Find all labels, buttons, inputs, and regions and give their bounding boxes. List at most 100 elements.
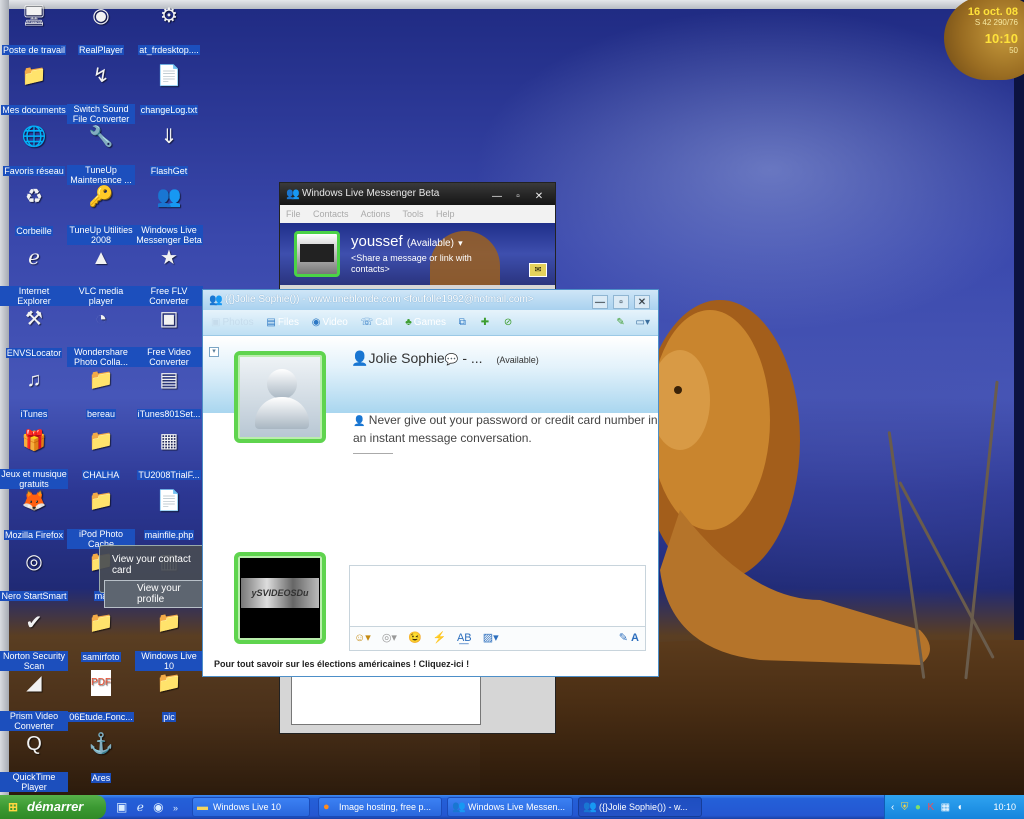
minimize-icon[interactable]: — xyxy=(489,190,505,204)
minimize-icon[interactable]: — xyxy=(592,295,608,309)
desktop-icon[interactable]: ⚙ at_frdesktop.... xyxy=(135,3,203,56)
desktop-icon[interactable]: ◔ Wondershare Photo Colla... xyxy=(67,306,135,368)
desktop-icon[interactable]: ◎ Nero StartSmart xyxy=(0,549,68,602)
desktop-icon[interactable]: ★ Free FLV Converter xyxy=(135,245,203,307)
menu-contacts[interactable]: Contacts xyxy=(313,209,349,219)
font-icon[interactable]: A͟B xyxy=(457,632,472,644)
desktop-icon[interactable]: ⇓ FlashGet xyxy=(135,124,203,177)
shield-icon[interactable]: ⛨ xyxy=(901,802,909,813)
desktop-icon[interactable]: 📁 Mes documents xyxy=(0,63,68,116)
maximize-icon[interactable]: ▫ xyxy=(613,295,629,309)
task-windows-live-10[interactable]: ▬ Windows Live 10 xyxy=(192,797,310,817)
background-icon[interactable]: ▨▾ xyxy=(483,632,499,644)
desktop-icon[interactable]: Q QuickTime Player xyxy=(0,731,68,793)
status-dropdown-icon[interactable]: ▾ xyxy=(458,238,463,248)
emoticon-icon[interactable]: ☺▾ xyxy=(354,632,371,644)
photos-button[interactable]: ▣ Photos xyxy=(211,310,254,336)
menu-tools[interactable]: Tools xyxy=(402,209,423,219)
desktop-icon[interactable]: ◉ RealPlayer xyxy=(67,3,135,56)
message-input[interactable] xyxy=(349,565,646,627)
antivirus-icon[interactable]: K xyxy=(927,802,934,813)
desktop-icon[interactable]: ♫ iTunes xyxy=(0,367,68,420)
files-button[interactable]: ▤ Files xyxy=(266,310,299,336)
messenger-titlebar[interactable]: 👥 Windows Live Messenger Beta — ▫ ✕ xyxy=(280,183,555,205)
desktop-icon[interactable]: 📁 CHALHA xyxy=(67,428,135,481)
desktop-icon[interactable]: ▤ iTunes801Set... xyxy=(135,367,203,420)
desktop-icon[interactable]: ▲ VLC media player xyxy=(67,245,135,307)
desktop-icon[interactable]: 🦊 Mozilla Firefox xyxy=(0,488,68,541)
desktop-icon-label: changeLog.txt xyxy=(139,105,199,115)
desktop-icon[interactable]: 📁 pic xyxy=(135,670,203,723)
mail-icon[interactable]: ✉ xyxy=(529,263,547,277)
desktop-icon[interactable]: 📁 bereau xyxy=(67,367,135,420)
tray-expand-icon[interactable]: ‹ xyxy=(891,802,894,813)
desktop-icon[interactable]: 🔧 TuneUp Maintenance ... xyxy=(67,124,135,186)
desktop-icon[interactable]: ◢ Prism Video Converter xyxy=(0,670,68,732)
desktop-icon[interactable]: ▣ Free Video Converter xyxy=(135,306,203,368)
handwriting-icon[interactable]: ✎ A xyxy=(619,627,639,649)
maximize-icon[interactable]: ▫ xyxy=(510,190,526,204)
desktop-icon[interactable]: 🔑 TuneUp Utilities 2008 xyxy=(67,184,135,246)
conversation-titlebar[interactable]: 👥 ({}Jolie Sophie()) - www.uneblonde.com… xyxy=(203,290,658,310)
desktop-icon-glyph: 🌐 xyxy=(21,126,47,148)
activities-button[interactable]: ⧉ xyxy=(459,310,468,336)
contact-name[interactable]: Jolie Sophie xyxy=(368,350,444,366)
chevron-icon[interactable]: » xyxy=(173,803,178,813)
desktop-icon[interactable]: 📁 samirfoto xyxy=(67,610,135,663)
user-status[interactable]: (Available) xyxy=(407,238,454,249)
show-desktop-icon[interactable]: ▣ xyxy=(116,800,127,814)
options-menu-icon[interactable]: ▭▾ xyxy=(636,317,650,328)
paint-icon[interactable]: ✎ xyxy=(616,317,624,328)
desktop-icon[interactable]: 👥 Windows Live Messenger Beta xyxy=(135,184,203,246)
desktop-icon[interactable]: 🌐 Favoris réseau xyxy=(0,124,68,177)
menu-file[interactable]: File xyxy=(286,209,301,219)
desktop-icon[interactable]: 📄 changeLog.txt xyxy=(135,63,203,116)
promo-link[interactable]: Pour tout savoir sur les élections améri… xyxy=(214,659,469,669)
call-button[interactable]: ☏ Call xyxy=(361,310,393,336)
desktop-icon[interactable]: ✔ Norton Security Scan xyxy=(0,610,68,672)
desktop-icon[interactable]: ♻ Corbeille xyxy=(0,184,68,237)
close-icon[interactable]: ✕ xyxy=(634,295,650,309)
network-icon[interactable]: ▦ xyxy=(941,802,950,813)
desktop-icon[interactable]: 📁 Windows Live 10 xyxy=(135,610,203,672)
desktop-icon[interactable]: ℯ Internet Explorer xyxy=(0,245,68,307)
task-messenger[interactable]: 👥 Windows Live Messen... xyxy=(447,797,573,817)
task-conversation[interactable]: 👥 ({}Jolie Sophie()) - w... xyxy=(578,797,702,817)
close-icon[interactable]: ✕ xyxy=(531,190,547,204)
desktop-icon-glyph: ◎ xyxy=(25,551,43,573)
task-image-hosting[interactable]: ● Image hosting, free p... xyxy=(318,797,442,817)
self-avatar[interactable]: ySVIDEOSDu xyxy=(234,552,326,644)
voice-clip-icon[interactable]: ◎▾ xyxy=(382,632,397,644)
personal-message[interactable]: <Share a message or link with contacts> xyxy=(351,253,491,275)
desktop-icon[interactable]: ⚒ ENVSLocator xyxy=(0,306,68,359)
volume-icon[interactable]: ◖ xyxy=(957,802,963,813)
desktop-icon[interactable]: ▦ TU2008TrialF... xyxy=(135,428,203,481)
desktop-icon[interactable]: ⚓ Ares xyxy=(67,731,135,784)
desktop-icon[interactable]: 📄 mainfile.php xyxy=(135,488,203,541)
start-button[interactable]: ⊞ démarrer xyxy=(0,795,106,819)
collapse-icon[interactable]: ▾ xyxy=(209,347,219,357)
photos-label: Photos xyxy=(222,317,254,328)
wink-icon[interactable]: 😉 xyxy=(408,632,422,644)
desktop-icon[interactable]: ↯ Switch Sound File Converter xyxy=(67,63,135,125)
menu-actions[interactable]: Actions xyxy=(361,209,391,219)
user-avatar[interactable] xyxy=(294,231,340,277)
desktop-icon[interactable]: PDF 06Etude.Fonc... xyxy=(67,670,135,723)
desktop-icon[interactable]: 🖥 Poste de travail xyxy=(0,3,68,56)
desktop-icon-glyph: 👥 xyxy=(156,186,182,208)
block-button[interactable]: ⊘ xyxy=(504,310,514,336)
messenger-tray-icon[interactable]: ● xyxy=(915,802,921,813)
desktop-icon[interactable]: 📁 iPod Photo Cache xyxy=(67,488,135,550)
video-button[interactable]: ◉ Video xyxy=(312,310,348,336)
media-player-icon[interactable]: ◉ xyxy=(153,800,163,814)
invite-button[interactable]: ✚ xyxy=(481,310,491,336)
desktop-icon[interactable]: 🎁 Jeux et musique gratuits xyxy=(0,428,68,490)
menu-help[interactable]: Help xyxy=(436,209,455,219)
nudge-icon[interactable]: ⚡ xyxy=(433,632,447,644)
contact-avatar[interactable] xyxy=(234,351,326,443)
user-name[interactable]: youssef xyxy=(351,233,403,250)
internet-explorer-icon[interactable]: ℯ xyxy=(137,800,144,814)
clock-gadget[interactable]: 16 oct. 08 S 42 290/76 10:10 50 xyxy=(944,0,1024,80)
games-button[interactable]: ♣ Games xyxy=(405,310,446,336)
desktop-icon-label: FlashGet xyxy=(149,166,189,176)
